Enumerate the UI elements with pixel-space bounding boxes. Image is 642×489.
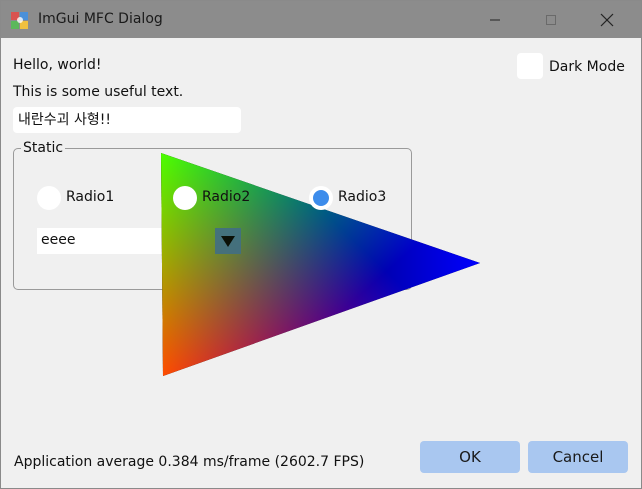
dark-mode-label[interactable]: Dark Mode [549,59,625,75]
combo-value: eeee [41,232,76,248]
dialog-window: ImGui MFC Dialog Hello, world! This is s… [0,0,642,489]
radio2-label-overlay: Radio2 [202,189,251,205]
maximize-icon [546,14,556,25]
radio3-label: Radio3 [338,189,387,205]
close-icon [600,13,614,26]
chevron-down-icon [221,236,235,247]
radio1-label: Radio1 [66,189,115,205]
hello-text: Hello, world! [13,57,102,73]
window-title: ImGui MFC Dialog [38,11,163,27]
maximize-button[interactable] [528,1,574,38]
status-text: Application average 0.384 ms/frame (2602… [14,454,365,470]
radio1[interactable]: Radio1 [37,186,127,212]
dark-mode-checkbox[interactable] [517,53,543,79]
text-input[interactable]: 내란수괴 사형!! [13,107,241,133]
radio3-circle[interactable] [309,186,333,210]
radio3[interactable]: Radio3 [309,186,399,212]
combo-arrow-overlay[interactable] [215,228,241,254]
useful-text: This is some useful text. [13,84,184,100]
app-icon [11,12,28,29]
radio2-circle-overlay[interactable] [173,186,197,210]
minimize-icon [490,19,500,20]
static-groupbox [13,148,412,290]
radio3-selected-dot [313,190,329,206]
ok-button[interactable]: OK [420,441,520,473]
close-button[interactable] [584,1,630,38]
combo-box[interactable]: eeee [37,228,241,254]
minimize-button[interactable] [472,1,518,38]
radio1-circle[interactable] [37,186,61,210]
radio2-overlay[interactable]: Radio2 [173,186,263,212]
title-bar[interactable]: ImGui MFC Dialog [1,1,641,38]
cancel-button[interactable]: Cancel [528,441,628,473]
groupbox-label: Static [21,140,66,156]
dialog-client-area: Hello, world! This is some useful text. … [1,38,641,488]
